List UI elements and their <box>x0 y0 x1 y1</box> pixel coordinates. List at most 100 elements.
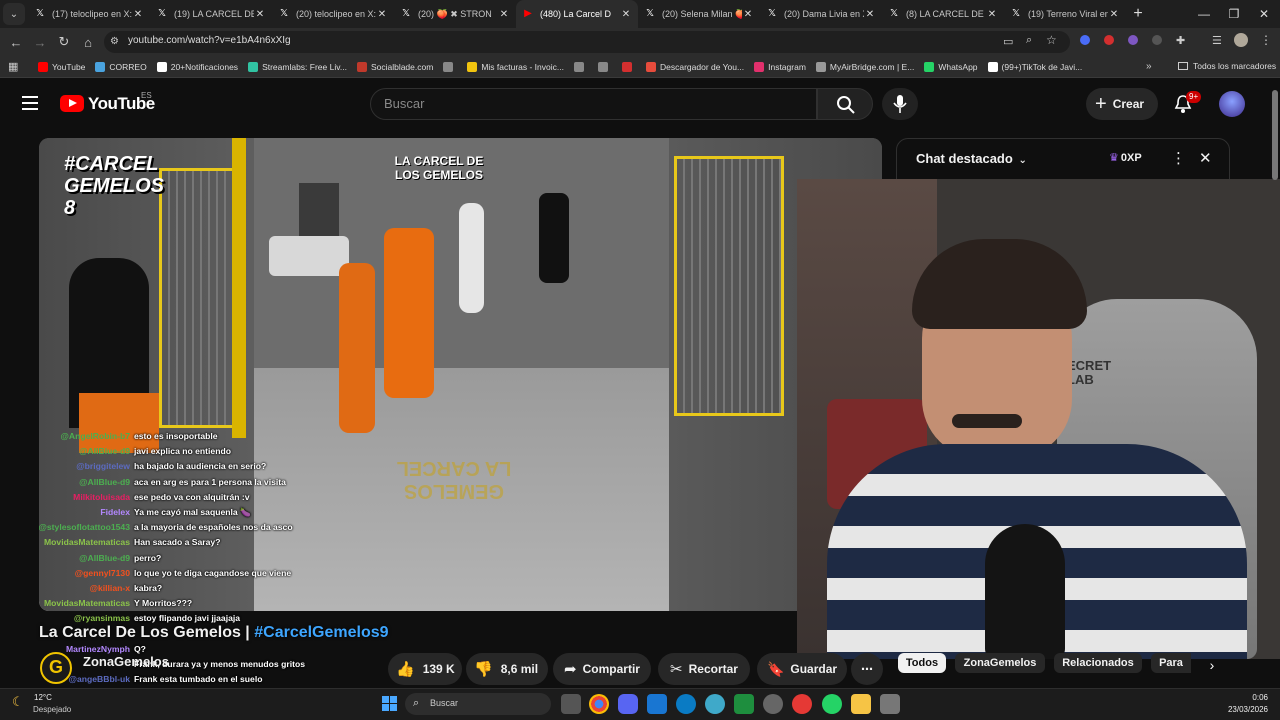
chrome-icon[interactable] <box>589 694 609 714</box>
bookmark-item[interactable] <box>621 62 636 72</box>
task-view-icon[interactable] <box>561 694 581 714</box>
browser-tab[interactable]: 𝕏 (20) 🍑 ✖ STRON ✕ <box>394 0 516 28</box>
account-avatar[interactable] <box>1219 91 1245 117</box>
new-tab-button[interactable]: + <box>1126 5 1150 23</box>
close-tab-icon[interactable]: ✕ <box>1108 9 1120 20</box>
create-button[interactable]: + Crear <box>1086 88 1158 120</box>
channel-avatar[interactable]: G <box>40 652 72 684</box>
chat-menu-icon[interactable]: ⋮ <box>1171 149 1186 167</box>
close-tab-icon[interactable]: ✕ <box>864 9 876 20</box>
clip-button[interactable]: ✂ Recortar <box>658 653 750 685</box>
taskbar-search[interactable]: ⌕ Buscar <box>405 693 551 715</box>
extension-icon[interactable] <box>1152 35 1162 45</box>
site-info-icon[interactable]: ⚙ <box>110 36 119 47</box>
bookmark-item[interactable]: 20+Notificaciones <box>156 62 238 72</box>
bookmark-item[interactable]: Streamlabs: Free Liv... <box>248 62 347 72</box>
bookmark-item[interactable]: Instagram <box>754 62 806 72</box>
cast-icon[interactable]: ▭ <box>1003 35 1013 48</box>
extension-icon[interactable] <box>1128 35 1138 45</box>
chat-username[interactable]: @angeBBbl-uk <box>69 672 130 687</box>
extension-icon[interactable] <box>1080 35 1090 45</box>
clock-time[interactable]: 0:06 <box>1222 693 1268 702</box>
extensions-puzzle-icon[interactable]: ✚ <box>1176 34 1185 47</box>
bookmark-item[interactable]: Descargador de You... <box>645 62 744 72</box>
bookmark-item[interactable]: YouTube <box>38 62 85 72</box>
all-bookmarks-folder[interactable]: Todos los marcadores <box>1178 61 1276 71</box>
bookmark-item[interactable]: MyAirBridge.com | E... <box>815 62 914 72</box>
voice-search-button[interactable] <box>882 88 918 120</box>
chat-username[interactable]: @gennyl7130 <box>75 566 130 581</box>
extension-icon[interactable] <box>1104 35 1114 45</box>
browser-tab[interactable]: 𝕏 (8) LA CARCEL DE LO✕ <box>882 0 1004 28</box>
bookmark-item[interactable]: Socialblade.com <box>356 62 433 72</box>
browser-tab[interactable]: 𝕏 (20) Selena Milan 🍑 ✕ <box>638 0 760 28</box>
close-tab-icon[interactable]: ✕ <box>620 9 632 20</box>
more-bookmarks-icon[interactable]: » <box>1146 61 1152 72</box>
bookmark-item[interactable] <box>597 62 612 72</box>
back-button[interactable]: ← <box>4 30 28 54</box>
chat-username[interactable]: @AllBlue-d9 <box>79 444 130 459</box>
home-button[interactable]: ⌂ <box>76 30 100 54</box>
whatsapp-icon[interactable] <box>822 694 842 714</box>
mail-icon[interactable] <box>647 694 667 714</box>
close-window-button[interactable]: ✕ <box>1248 0 1280 28</box>
browser-tab[interactable]: 𝕏 (19) Terreno Viral en ✕ <box>1004 0 1126 28</box>
title-hashtag-link[interactable]: #CarcelGemelos9 <box>254 624 388 641</box>
xp-counter[interactable]: ♛ 0XP <box>1109 151 1142 164</box>
app-icon[interactable] <box>880 694 900 714</box>
red-app-icon[interactable] <box>792 694 812 714</box>
reload-button[interactable]: ↻ <box>52 30 76 54</box>
save-button[interactable]: 🔖 Guardar <box>757 653 847 685</box>
bookmark-item[interactable]: CORREO <box>95 62 147 72</box>
globe-icon[interactable] <box>705 694 725 714</box>
bookmark-item[interactable]: Mis facturas - Invoic... <box>467 62 564 72</box>
close-tab-icon[interactable]: ✕ <box>132 9 144 20</box>
windows-start-icon[interactable] <box>382 696 398 712</box>
url-text[interactable]: youtube.com/watch?v=e1bA4n6xXIg <box>128 35 291 46</box>
clock-date[interactable]: 23/03/2026 <box>1216 705 1268 714</box>
discord-icon[interactable] <box>618 694 638 714</box>
browser-tab[interactable]: ▶ (480) La Carcel D ✕ <box>516 0 638 28</box>
chat-username[interactable]: @AngelRobin-b7 <box>61 429 130 444</box>
bookmark-star-icon[interactable]: ☆ <box>1046 33 1057 47</box>
chip-all[interactable]: Todos <box>898 653 946 673</box>
chat-mode-selector[interactable]: Chat destacado ⌄ <box>916 151 1027 166</box>
channel-name[interactable]: ZonaGemelos <box>83 654 169 669</box>
chat-username[interactable]: MovidasMatematicas <box>44 596 130 611</box>
share-button[interactable]: ➦ Compartir <box>553 653 651 685</box>
chip-related[interactable]: Relacionados <box>1054 653 1142 673</box>
search-button[interactable] <box>817 88 873 120</box>
chat-username[interactable]: @AllBlue-d9 <box>79 475 130 490</box>
close-tab-icon[interactable]: ✕ <box>986 9 998 20</box>
close-tab-icon[interactable]: ✕ <box>254 9 266 20</box>
hamburger-menu-icon[interactable] <box>22 96 38 110</box>
maximize-button[interactable]: ❐ <box>1218 0 1250 28</box>
bookmark-item[interactable]: WhatsApp <box>924 62 978 72</box>
weather-temp[interactable]: 12°C <box>34 693 52 702</box>
browser-tab[interactable]: 𝕏 (17) teloclipeo en X: ✕ <box>28 0 150 28</box>
youtube-logo-icon[interactable] <box>60 95 84 112</box>
close-tab-icon[interactable]: ✕ <box>376 9 388 20</box>
file-explorer-icon[interactable] <box>851 694 871 714</box>
chip-channel[interactable]: ZonaGemelos <box>955 653 1045 673</box>
apps-grid-icon[interactable]: ▦ <box>8 60 18 73</box>
close-tab-icon[interactable]: ✕ <box>742 9 754 20</box>
browser-tab[interactable]: 𝕏 (20) Dama Livia en X ✕ <box>760 0 882 28</box>
zoom-icon[interactable]: ⌕ <box>1026 34 1032 47</box>
page-scrollbar[interactable] <box>1272 90 1278 180</box>
reading-list-icon[interactable]: ☰ <box>1212 34 1222 47</box>
profile-avatar[interactable] <box>1234 33 1248 47</box>
browser-menu-icon[interactable]: ⋮ <box>1260 33 1272 47</box>
edge-icon[interactable] <box>676 694 696 714</box>
green-app-icon[interactable] <box>734 694 754 714</box>
bookmark-item[interactable] <box>573 62 588 72</box>
chat-username[interactable]: MovidasMatematicas <box>44 535 130 550</box>
bookmark-item[interactable] <box>443 62 457 72</box>
search-input[interactable] <box>370 88 817 120</box>
chat-username[interactable]: @stylesoflotattoo1543 <box>39 520 130 535</box>
chevron-right-icon[interactable]: › <box>1200 653 1224 677</box>
tab-list-button[interactable]: ⌄ <box>3 3 25 25</box>
chat-username[interactable]: @AllBlue-d9 <box>79 551 130 566</box>
browser-tab[interactable]: 𝕏 (19) LA CARCEL DE LO✕ <box>150 0 272 28</box>
settings-icon[interactable] <box>763 694 783 714</box>
